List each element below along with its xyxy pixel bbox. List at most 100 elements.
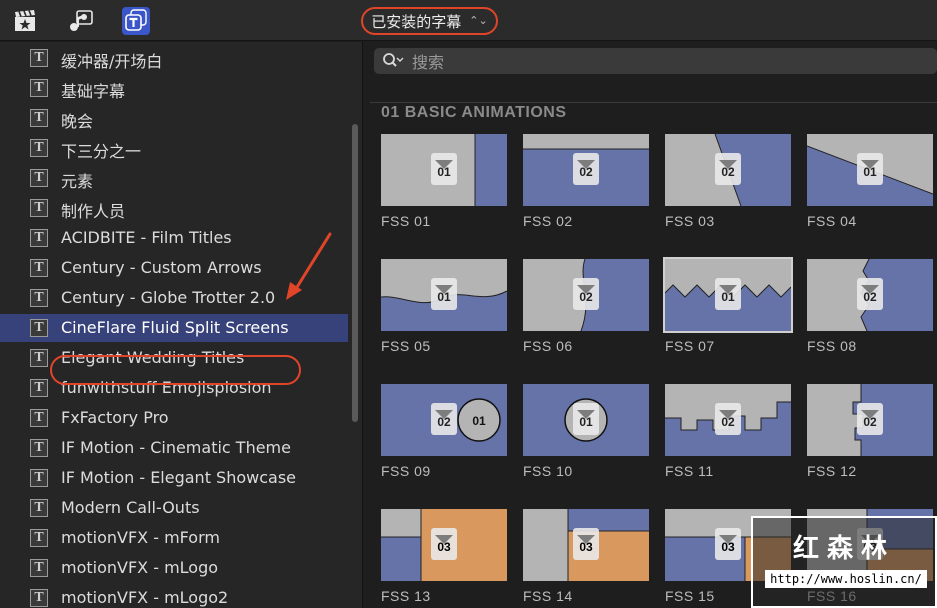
svg-text:02: 02 [863, 415, 877, 429]
thumbnail-caption: FSS 15 [665, 588, 715, 604]
thumbnail-preview: 01 [807, 134, 933, 206]
title-thumbnail[interactable]: 01 [381, 259, 507, 331]
title-thumbnail[interactable]: 03 [381, 509, 507, 581]
title-thumbnail[interactable]: 03 [523, 509, 649, 581]
title-icon: T [30, 199, 48, 217]
sidebar-item[interactable]: T IF Motion - Elegant Showcase [0, 464, 348, 492]
sidebar-item[interactable]: T ACIDBITE - Film Titles [0, 224, 348, 252]
thumbnail-caption: FSS 13 [381, 588, 431, 604]
sidebar-item[interactable]: T Modern Call-Outs [0, 494, 348, 522]
sidebar-item[interactable]: T CineFlare Fluid Split Screens [0, 314, 348, 342]
music-photo-icon[interactable] [67, 7, 95, 35]
sidebar-item[interactable]: T 晚会 [0, 104, 348, 132]
svg-text:03: 03 [721, 540, 735, 554]
title-icon: T [30, 559, 48, 577]
title-thumbnail[interactable]: 02 01 [381, 384, 507, 456]
sidebar-item[interactable]: Tfunwithstuff Emojisplosion [0, 374, 348, 402]
thumbnail-caption: FSS 10 [523, 463, 573, 479]
sidebar-item[interactable]: TmotionVFX - mLogo [0, 554, 348, 582]
thumbnail-preview: 02 [665, 384, 791, 456]
sidebar-item-label: funwithstuff Emojisplosion [61, 378, 272, 397]
chevron-updown-icon: ⌃⌄ [469, 14, 488, 27]
clapper-star-icon[interactable] [11, 7, 39, 35]
sidebar-item-label: FxFactory Pro [61, 408, 169, 427]
title-icon: T [30, 289, 48, 307]
title-thumbnail[interactable]: 02 [807, 259, 933, 331]
thumbnail-caption: FSS 14 [523, 588, 573, 604]
thumbnail-preview: 02 [807, 384, 933, 456]
title-icon: T [30, 259, 48, 277]
sidebar-item[interactable]: T FxFactory Pro [0, 404, 348, 432]
title-icon: T [30, 409, 48, 427]
title-icon: T [30, 139, 48, 157]
titles-icon[interactable] [122, 7, 150, 35]
sidebar-item-label: IF Motion - Elegant Showcase [61, 468, 297, 487]
sidebar-item[interactable]: TmotionVFX - mForm [0, 524, 348, 552]
sidebar-item[interactable]: T 缓冲器/开场白 [0, 44, 348, 72]
title-icon: T [30, 469, 48, 487]
sidebar-item-label: ACIDBITE - Film Titles [61, 228, 232, 247]
thumbnail-caption: FSS 08 [807, 338, 857, 354]
sidebar-item[interactable]: T 下三分之一 [0, 134, 348, 162]
sidebar-item-label: 元素 [61, 172, 94, 191]
sidebar-item[interactable]: T 制作人员 [0, 194, 348, 222]
title-thumbnail[interactable]: 02 [665, 134, 791, 206]
title-thumbnail[interactable]: 01 [381, 134, 507, 206]
sidebar-item-label: 晚会 [61, 112, 94, 131]
sidebar-item-label: CineFlare Fluid Split Screens [61, 318, 289, 337]
sidebar-item[interactable]: T Century - Globe Trotter 2.0 [0, 284, 348, 312]
search-input[interactable]: 搜索 [412, 49, 444, 73]
sidebar-item[interactable]: TmotionVFX - mLogo2 [0, 584, 348, 608]
sidebar-item[interactable]: T IF Motion - Cinematic Theme [0, 434, 348, 462]
search-field[interactable]: 搜索 [374, 48, 937, 74]
title-icon: T [30, 229, 48, 247]
thumbnail-caption: FSS 11 [665, 463, 714, 479]
svg-text:02: 02 [437, 415, 451, 429]
title-icon: T [30, 349, 48, 367]
thumbnail-preview: 01 [523, 384, 649, 456]
svg-text:01: 01 [579, 415, 593, 429]
thumbnail-preview: 03 [381, 509, 507, 581]
title-thumbnail[interactable]: 01 [523, 384, 649, 456]
thumbnail-caption: FSS 04 [807, 213, 857, 229]
sidebar-item-label: Modern Call-Outs [61, 498, 200, 517]
dropdown-label: 已安装的字幕 [371, 12, 462, 31]
thumbnail-preview: 01 [381, 134, 507, 206]
title-icon: T [30, 379, 48, 397]
svg-text:03: 03 [437, 540, 451, 554]
thumbnail-preview: 01 [665, 259, 791, 331]
svg-text:02: 02 [721, 415, 735, 429]
sidebar-item[interactable]: T 基础字幕 [0, 74, 348, 102]
sidebar: T 缓冲器/开场白 T 基础字幕 T 晚会 T 下三分之一 T 元素 T 制作人员 T ACIDBITE … [0, 42, 362, 608]
title-thumbnail[interactable]: 02 [523, 259, 649, 331]
sidebar-item[interactable]: T 元素 [0, 164, 348, 192]
sidebar-item-label: Century - Globe Trotter 2.0 [61, 288, 276, 307]
title-thumbnail[interactable]: 02 [665, 384, 791, 456]
sidebar-item-label: 缓冲器/开场白 [61, 52, 163, 71]
title-icon: T [30, 529, 48, 547]
sidebar-item-label: motionVFX - mLogo2 [61, 588, 229, 607]
title-icon: T [30, 589, 48, 607]
section-divider [370, 102, 937, 103]
sidebar-item-label: motionVFX - mLogo [61, 558, 219, 577]
thumbnail-caption: FSS 09 [381, 463, 431, 479]
top-toolbar: 已安装的字幕 ⌃⌄ [0, 0, 937, 41]
sidebar-item[interactable]: T Elegant Wedding Titles [0, 344, 348, 372]
title-icon: T [30, 49, 48, 67]
thumbnail-preview: 02 [807, 259, 933, 331]
sidebar-scrollbar[interactable] [352, 124, 358, 422]
search-icon [382, 52, 404, 70]
title-thumbnail[interactable]: 01 [663, 257, 793, 333]
sidebar-item[interactable]: T Century - Custom Arrows [0, 254, 348, 282]
title-icon: T [30, 109, 48, 127]
thumbnail-caption: FSS 05 [381, 338, 431, 354]
thumbnail-preview: 02 01 [381, 384, 507, 456]
title-thumbnail[interactable]: 02 [807, 384, 933, 456]
installed-titles-dropdown[interactable]: 已安装的字幕 ⌃⌄ [361, 7, 498, 35]
sidebar-item-label: Elegant Wedding Titles [61, 348, 245, 367]
title-thumbnail[interactable]: 01 [807, 134, 933, 206]
title-thumbnail[interactable]: 02 [523, 134, 649, 206]
title-icon: T [30, 79, 48, 97]
title-icon: T [30, 169, 48, 187]
thumbnail-caption: FSS 03 [665, 213, 715, 229]
